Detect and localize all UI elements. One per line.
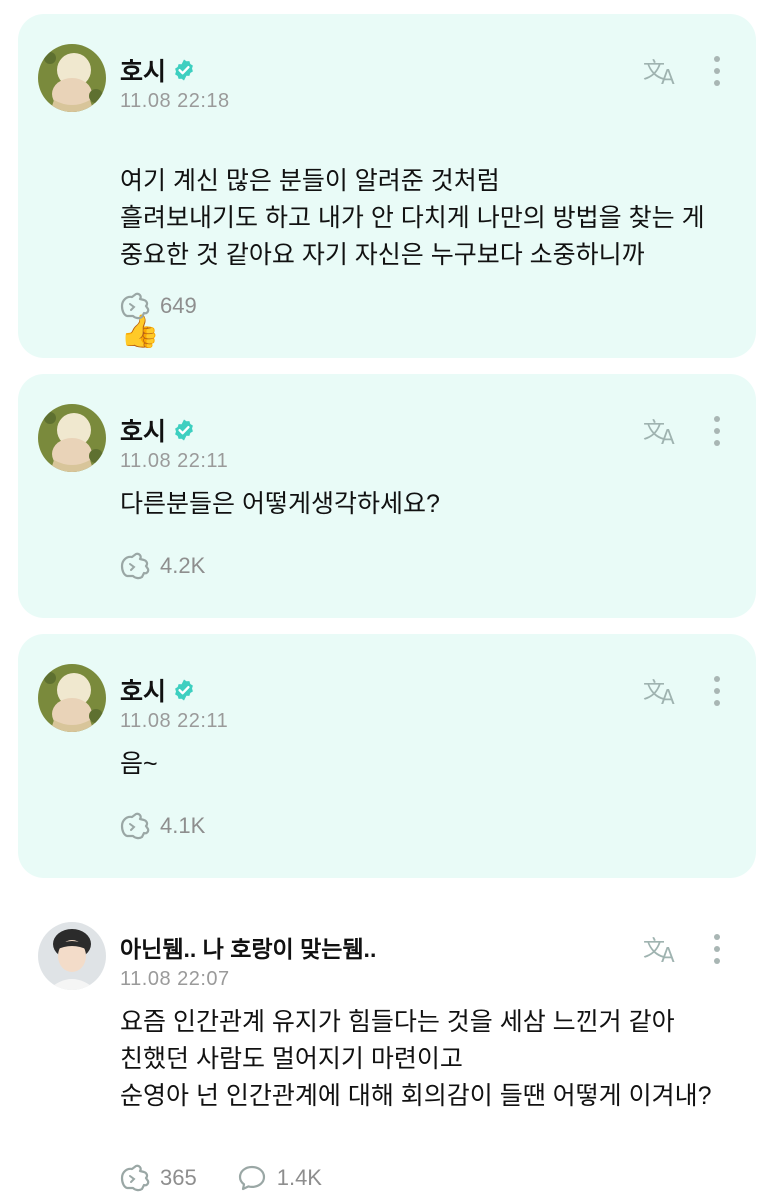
more-vertical-icon[interactable] xyxy=(711,932,723,966)
translate-icon[interactable]: 文 A xyxy=(642,52,682,88)
comment-card: 아닌뒘.. 나 호랑이 맞는뒘.. 11.08 22:07 文 A 요즘 인간관… xyxy=(18,892,756,1200)
post-card: 호시 11.08 22:11 文 A 음~ 4.1K xyxy=(18,634,756,878)
post-text: 다른분들은 어떻게생각하세요? xyxy=(120,490,440,518)
avatar[interactable] xyxy=(38,44,106,112)
like-count: 365 xyxy=(160,1165,197,1190)
author-name-text: 호시 xyxy=(120,678,167,706)
more-vertical-icon[interactable] xyxy=(711,414,723,448)
more-vertical-icon[interactable] xyxy=(711,674,723,708)
comment-count: 1.4K xyxy=(276,1165,322,1190)
timestamp: 11.08 22:11 xyxy=(120,450,229,472)
avatar[interactable] xyxy=(38,664,106,732)
avatar-image xyxy=(38,404,106,472)
author-name[interactable]: 호시 xyxy=(120,52,196,88)
timestamp: 11.08 22:07 xyxy=(120,968,230,990)
more-vertical-icon[interactable] xyxy=(711,54,723,88)
comment-bubble-icon xyxy=(238,1165,265,1191)
verified-badge-icon xyxy=(175,679,193,701)
comment-stats: 365 1.4K xyxy=(118,1164,322,1192)
translate-icon[interactable]: 文 A xyxy=(642,930,682,966)
author-name[interactable]: 호시 xyxy=(120,412,196,448)
avatar-image xyxy=(38,664,106,732)
post-text: 여기 계신 많은 분들이 알려준 것처럼 흘려보내기도 하고 내가 안 다치게 … xyxy=(120,126,732,353)
post-card: 호시 11.08 22:11 文 A 다른분들은 어떻게생각하세요? 4.2K xyxy=(18,374,756,618)
comment-text: 요즘 인간관계 유지가 힘들다는 것을 세삼 느낀거 같아 친했던 사람도 멀어… xyxy=(120,1008,712,1110)
like-button[interactable]: 365 xyxy=(118,1164,197,1192)
like-count: 649 xyxy=(160,293,197,318)
svg-text:A: A xyxy=(661,65,675,88)
like-hand-icon xyxy=(120,1164,150,1192)
timestamp: 11.08 22:11 xyxy=(120,710,229,732)
like-count: 4.1K xyxy=(160,813,206,838)
verified-badge-icon xyxy=(175,59,193,81)
post-card: 호시 11.08 22:18 文 A 여기 계신 많은 분들이 알려준 것처럼 … xyxy=(18,14,756,358)
svg-text:A: A xyxy=(661,943,675,966)
post-stats: 4.1K xyxy=(118,812,205,840)
comment-button[interactable]: 1.4K xyxy=(237,1164,322,1192)
like-hand-icon xyxy=(120,812,150,840)
post-text: 음~ xyxy=(120,750,158,778)
avatar[interactable] xyxy=(38,922,106,990)
post-stats: 649 xyxy=(118,292,197,320)
like-count: 4.2K xyxy=(160,553,206,578)
author-name[interactable]: 아닌뒘.. 나 호랑이 맞는뒘.. xyxy=(120,930,376,964)
like-button[interactable]: 649 xyxy=(118,292,197,320)
like-hand-icon xyxy=(120,552,150,580)
avatar-image xyxy=(38,44,106,112)
author-name-text: 호시 xyxy=(120,418,167,446)
translate-icon[interactable]: 文 A xyxy=(642,672,682,708)
post-text-content: 여기 계신 많은 분들이 알려준 것처럼 흘려보내기도 하고 내가 안 다치게 … xyxy=(120,167,705,269)
svg-text:A: A xyxy=(661,425,675,448)
timestamp: 11.08 22:18 xyxy=(120,90,230,112)
like-button[interactable]: 4.2K xyxy=(118,552,205,580)
avatar-image xyxy=(38,922,106,990)
post-stats: 4.2K xyxy=(118,552,205,580)
author-name-text: 아닌뒘.. 나 호랑이 맞는뒘.. xyxy=(120,936,377,962)
verified-badge-icon xyxy=(175,419,193,441)
like-hand-icon xyxy=(120,292,150,320)
like-button[interactable]: 4.1K xyxy=(118,812,205,840)
avatar[interactable] xyxy=(38,404,106,472)
svg-text:A: A xyxy=(661,685,675,708)
author-name-text: 호시 xyxy=(120,58,167,86)
translate-icon[interactable]: 文 A xyxy=(642,412,682,448)
author-name[interactable]: 호시 xyxy=(120,672,196,708)
